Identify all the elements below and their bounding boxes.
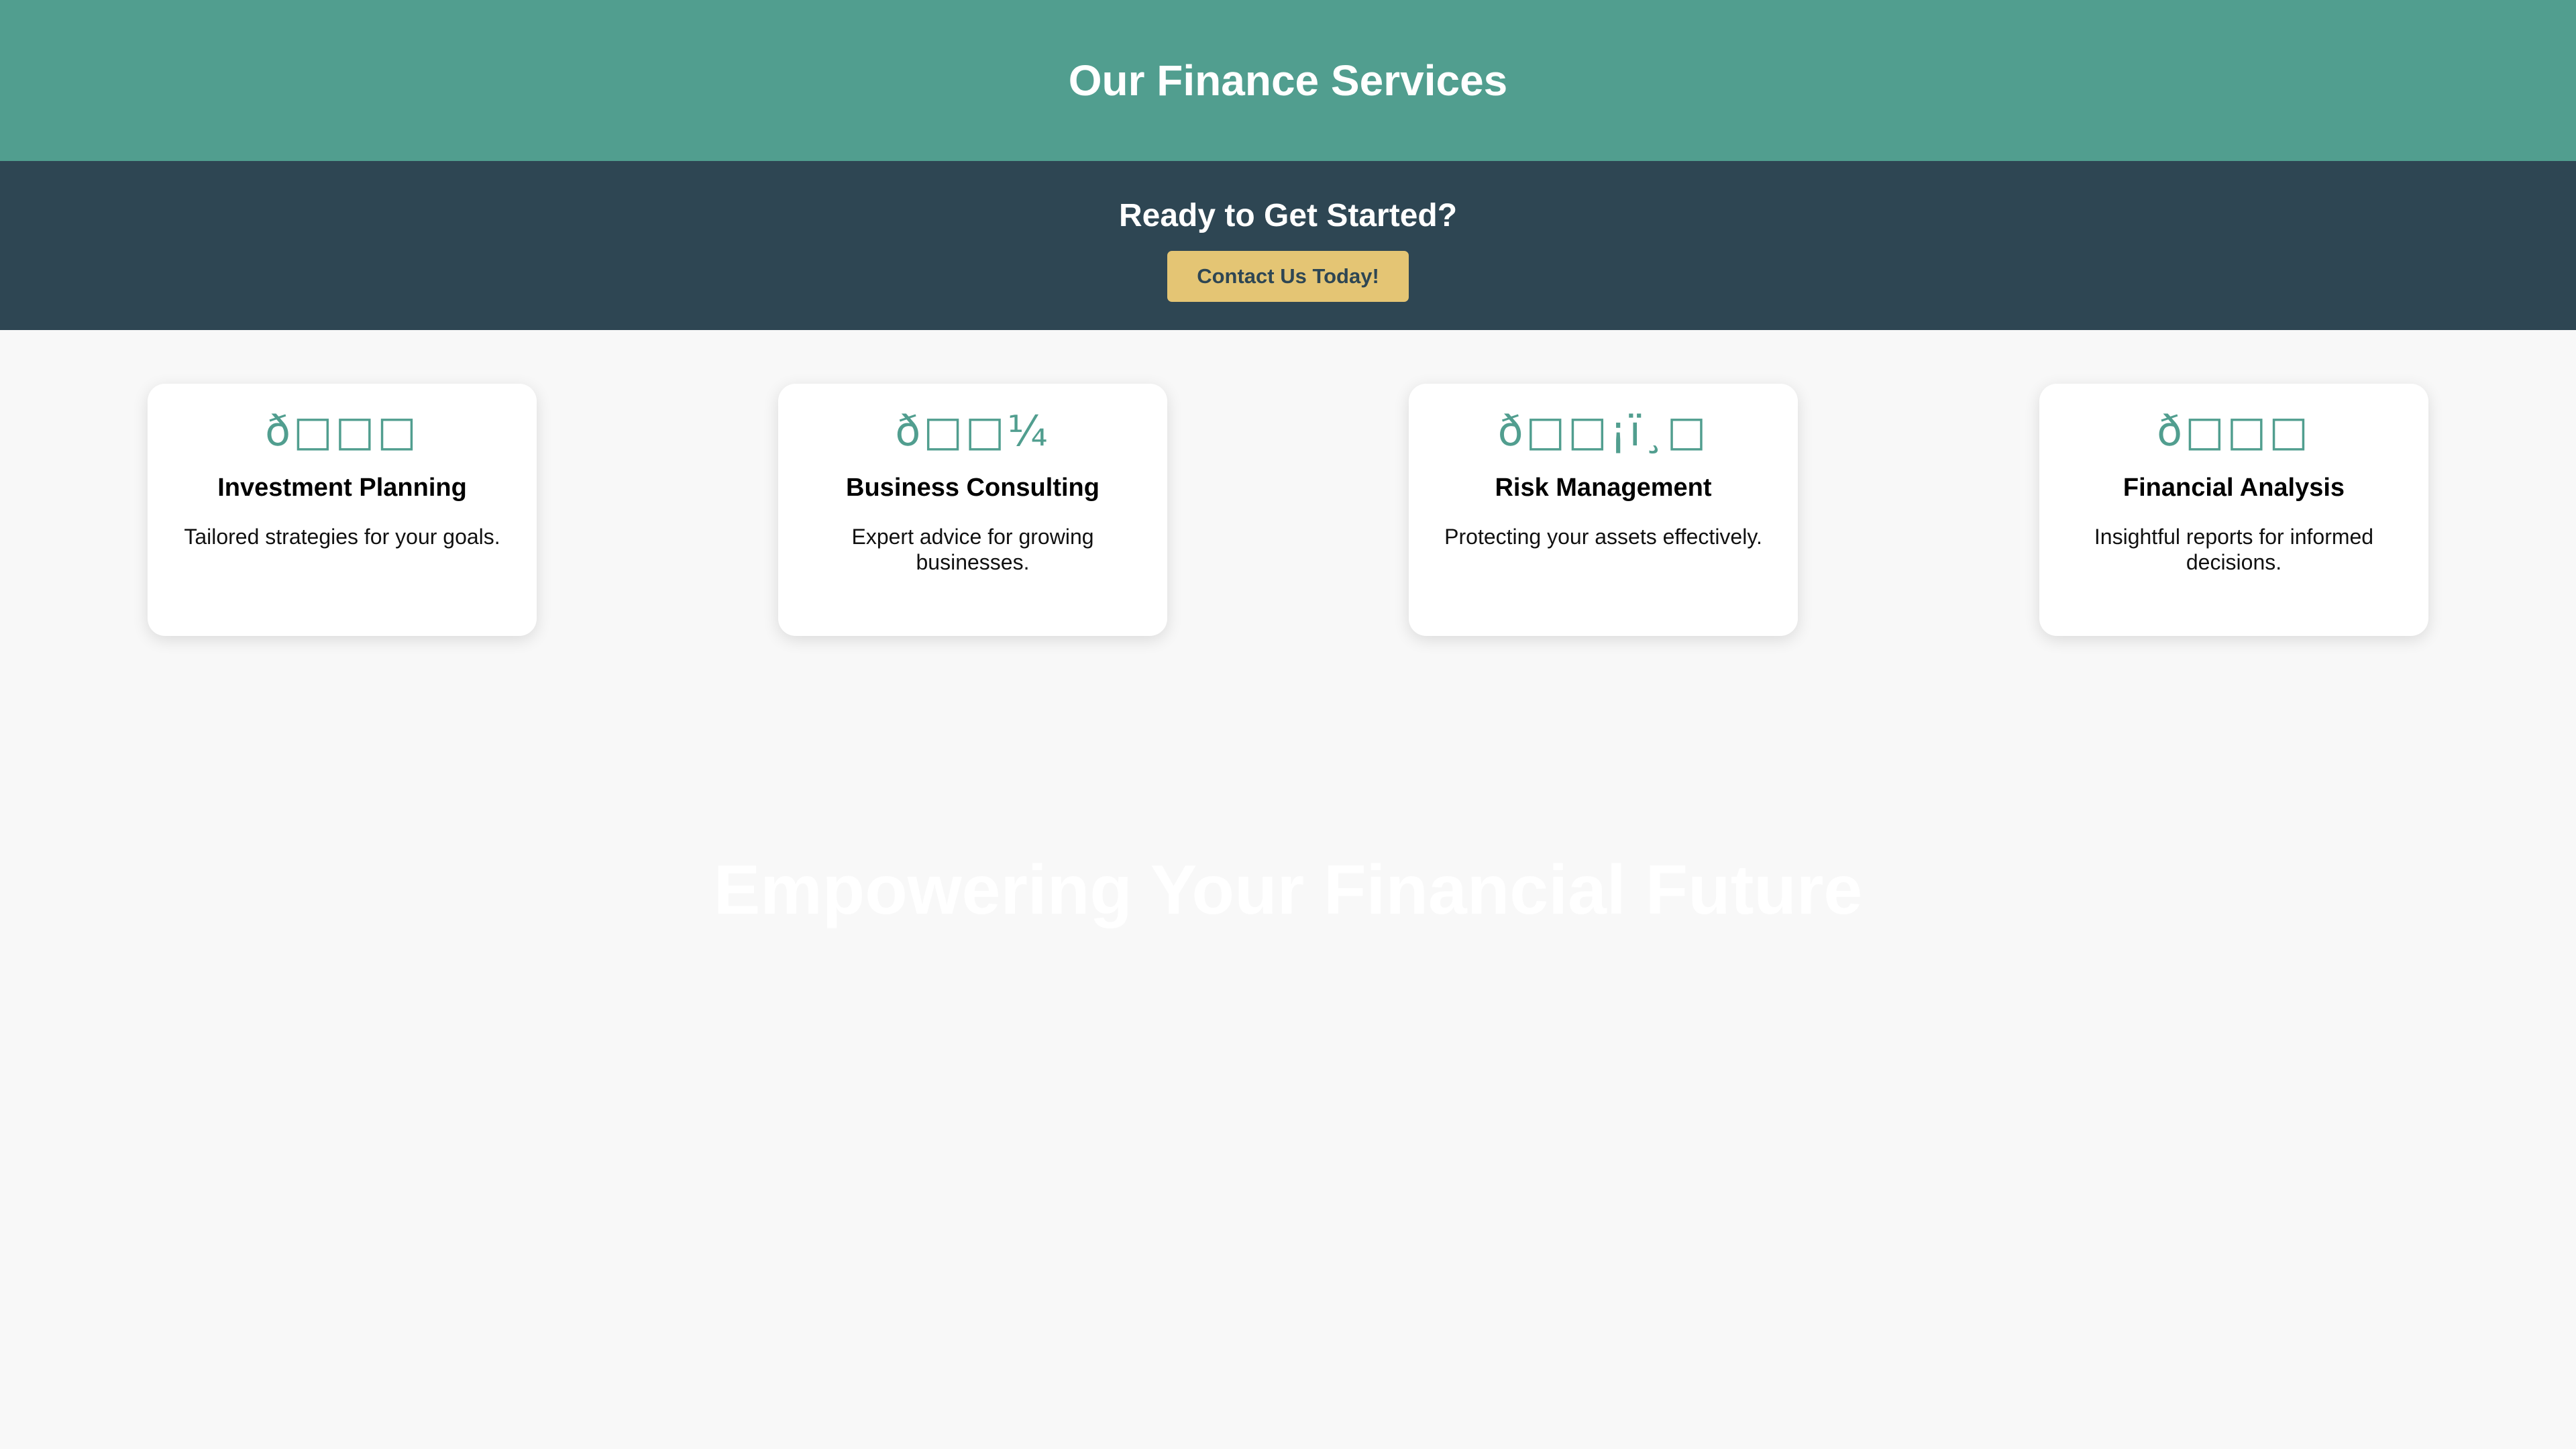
service-description: Protecting your assets effectively. [1444, 525, 1762, 549]
site-header: Our Finance Services [0, 0, 2576, 161]
hero-headline: Empowering Your Financial Future [713, 851, 1863, 929]
investment-icon: ð□□□ [265, 407, 419, 455]
service-title: Financial Analysis [2123, 474, 2345, 502]
service-title: Business Consulting [846, 474, 1099, 502]
service-card-financial-analysis: ð□□□ Financial Analysis Insightful repor… [2039, 384, 2428, 636]
business-icon: ð□□¼ [895, 407, 1051, 455]
page-title: Our Finance Services [1068, 56, 1508, 105]
service-description: Tailored strategies for your goals. [184, 525, 500, 549]
service-description: Expert advice for growing businesses. [851, 525, 1094, 575]
chart-icon: ð□□□ [2157, 407, 2311, 455]
service-title: Risk Management [1495, 474, 1712, 502]
shield-icon: ð□□¡ï¸□ [1497, 407, 1709, 455]
contact-us-button[interactable]: Contact Us Today! [1167, 251, 1409, 302]
service-card-business-consulting: ð□□¼ Business Consulting Expert advice f… [778, 384, 1167, 636]
hero-section: Empowering Your Financial Future [0, 851, 2576, 929]
cta-banner: Ready to Get Started? Contact Us Today! [0, 161, 2576, 330]
cta-heading: Ready to Get Started? [1118, 198, 1458, 233]
service-description: Insightful reports for informed decision… [2094, 525, 2374, 575]
service-card-investment-planning: ð□□□ Investment Planning Tailored strate… [148, 384, 537, 636]
service-title: Investment Planning [217, 474, 467, 502]
service-card-risk-management: ð□□¡ï¸□ Risk Management Protecting your … [1409, 384, 1798, 636]
